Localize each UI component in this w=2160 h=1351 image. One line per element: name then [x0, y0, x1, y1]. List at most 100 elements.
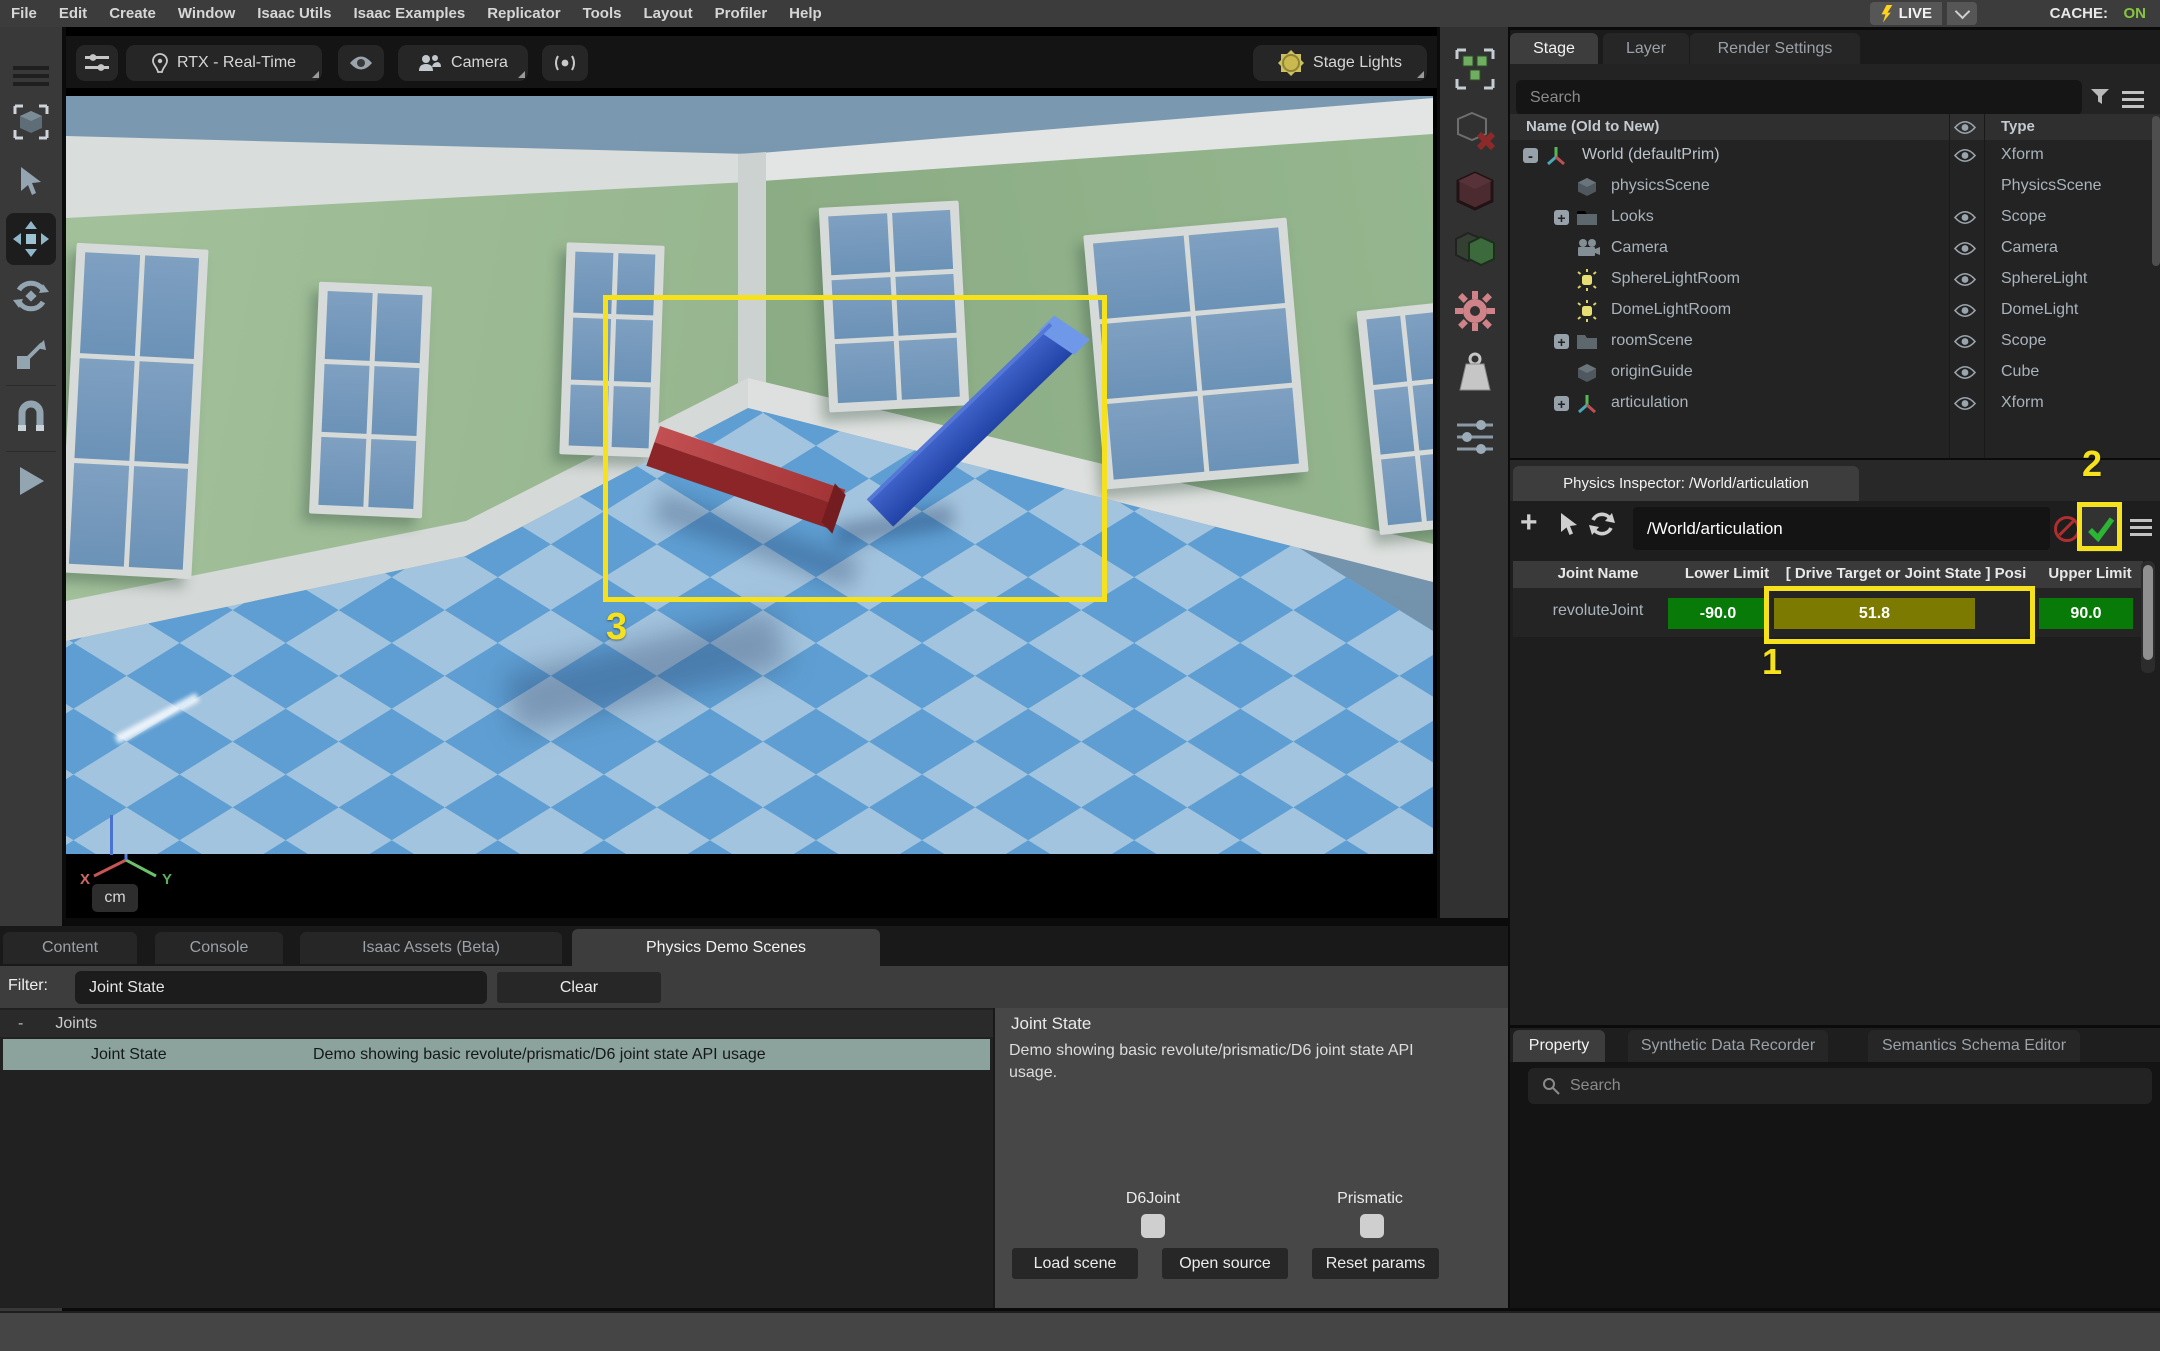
clear-button[interactable]: Clear [497, 972, 661, 1003]
menu-file[interactable]: File [0, 5, 48, 22]
move-tool-button[interactable] [6, 213, 56, 265]
menu-profiler[interactable]: Profiler [704, 5, 779, 22]
expand-icon[interactable] [1554, 334, 1569, 349]
filter-input[interactable] [75, 971, 487, 1004]
physics-settings-button[interactable] [1454, 287, 1496, 335]
tab-render-settings[interactable]: Render Settings [1690, 33, 1860, 64]
scale-tool-button[interactable] [11, 333, 51, 377]
tab-synthetic-data-recorder[interactable]: Synthetic Data Recorder [1628, 1030, 1828, 1062]
eye-icon[interactable] [1954, 272, 1976, 287]
load-scene-button[interactable]: Load scene [1012, 1248, 1138, 1279]
snap-tool-button[interactable] [11, 393, 51, 439]
expand-icon[interactable] [1554, 210, 1569, 225]
tab-property[interactable]: Property [1513, 1030, 1605, 1062]
menu-help[interactable]: Help [778, 5, 833, 22]
menu-layout[interactable]: Layout [632, 5, 703, 22]
property-search-input[interactable] [1528, 1068, 2152, 1104]
tree-row-originguide[interactable]: originGuide Cube [1510, 357, 2160, 388]
units-indicator[interactable]: cm [92, 884, 138, 912]
menu-replicator[interactable]: Replicator [476, 5, 571, 22]
col-joint-name[interactable]: Joint Name [1523, 565, 1673, 582]
tab-physics-demo-scenes[interactable]: Physics Demo Scenes [572, 929, 880, 966]
rigid-body-button[interactable] [1454, 167, 1496, 215]
reset-params-button[interactable]: Reset params [1312, 1248, 1439, 1279]
col-drive-target[interactable]: [ Drive Target or Joint State ] Posi [1781, 565, 2031, 582]
tab-content[interactable]: Content [3, 932, 137, 964]
menu-tools[interactable]: Tools [572, 5, 633, 22]
stage-options-button[interactable] [2122, 91, 2144, 108]
refresh-button[interactable] [1588, 510, 1616, 538]
eye-icon[interactable] [1954, 303, 1976, 318]
window-panes [318, 291, 422, 509]
collapse-icon[interactable] [1523, 148, 1538, 163]
search-icon [1542, 1077, 1560, 1095]
mass-properties-button[interactable] [1454, 349, 1496, 397]
tab-semantics-schema-editor[interactable]: Semantics Schema Editor [1868, 1030, 2080, 1062]
select-mode-button[interactable] [11, 99, 51, 145]
eye-icon[interactable] [1954, 210, 1976, 225]
prismatic-checkbox[interactable] [1360, 1214, 1384, 1238]
tree-row-domelightroom[interactable]: DomeLightRoom DomeLight [1510, 295, 2160, 326]
stage-scrollbar[interactable] [2152, 116, 2160, 266]
live-button[interactable]: LIVE [1870, 2, 1942, 25]
tree-name-header[interactable]: Name (Old to New) [1526, 118, 1659, 135]
upper-limit-cell: 90.0 [2039, 598, 2133, 629]
col-upper-limit[interactable]: Upper Limit [2035, 565, 2145, 582]
menu-isaac-examples[interactable]: Isaac Examples [342, 5, 476, 22]
articulation-path-input[interactable] [1633, 507, 2050, 550]
tree-row-looks[interactable]: Looks Scope [1510, 202, 2160, 233]
eye-icon[interactable] [1954, 148, 1976, 163]
viewport-settings-button[interactable] [76, 45, 118, 81]
menu-edit[interactable]: Edit [48, 5, 98, 22]
tree-row-camera[interactable]: Camera Camera [1510, 233, 2160, 264]
pick-target-button[interactable] [1558, 512, 1580, 538]
play-button[interactable] [11, 459, 51, 503]
tab-stage[interactable]: Stage [1510, 33, 1598, 64]
toolbar-menu-button[interactable] [11, 65, 51, 87]
open-source-button[interactable]: Open source [1162, 1248, 1288, 1279]
viewport-audio-button[interactable] [542, 45, 588, 81]
eye-icon[interactable] [1954, 396, 1976, 411]
eye-icon[interactable] [1954, 241, 1976, 256]
remove-physics-button[interactable] [1454, 107, 1496, 155]
joint-table-scrollbar-track[interactable] [2141, 561, 2155, 673]
tree-type-header[interactable]: Type [2001, 118, 2035, 135]
viewport-camera-button[interactable]: Camera [398, 45, 528, 81]
menu-window[interactable]: Window [167, 5, 246, 22]
simulation-settings-button[interactable] [1454, 413, 1496, 461]
demo-list-row-selected[interactable]: Joint State Demo showing basic revolute/… [3, 1039, 990, 1070]
stage-filter-button[interactable] [2090, 88, 2110, 111]
col-lower-limit[interactable]: Lower Limit [1667, 565, 1787, 582]
live-dropdown-button[interactable] [1947, 2, 1977, 25]
tab-isaac-assets[interactable]: Isaac Assets (Beta) [300, 932, 562, 964]
viewport-visibility-button[interactable] [338, 45, 384, 81]
stage-lights-button[interactable]: Stage Lights [1253, 45, 1427, 81]
tree-row-articulation[interactable]: articulation Xform [1510, 388, 2160, 419]
tab-layer[interactable]: Layer [1603, 33, 1689, 64]
stage-search-input[interactable] [1516, 80, 2082, 115]
demo-group-header[interactable]: - Joints [0, 1010, 993, 1037]
viewport-3d-scene[interactable]: 3 [66, 96, 1433, 854]
rotate-tool-button[interactable] [11, 273, 51, 319]
joint-table-scrollbar-thumb[interactable] [2143, 565, 2153, 660]
tree-row-world[interactable]: World (defaultPrim) Xform [1510, 140, 2160, 171]
physics-inspector-panel: Physics Inspector: /World/articulation +… [1510, 460, 2160, 1025]
inspector-options-button[interactable] [2130, 519, 2152, 536]
renderer-button[interactable]: RTX - Real-Time [126, 45, 322, 81]
eye-icon[interactable] [1954, 365, 1976, 380]
add-target-button[interactable]: + [1520, 506, 1538, 540]
tab-console[interactable]: Console [155, 932, 283, 964]
menu-isaac-utils[interactable]: Isaac Utils [246, 5, 342, 22]
cache-status: ON [2124, 5, 2147, 22]
physics-authoring-button[interactable] [1454, 45, 1496, 93]
tree-row-roomscene[interactable]: roomScene Scope [1510, 326, 2160, 357]
tree-row-physicsscene[interactable]: physicsScene PhysicsScene [1510, 171, 2160, 202]
eye-icon[interactable] [1954, 334, 1976, 349]
tab-physics-inspector[interactable]: Physics Inspector: /World/articulation [1513, 466, 1859, 501]
menu-create[interactable]: Create [98, 5, 167, 22]
collider-button[interactable] [1454, 225, 1496, 273]
d6joint-checkbox[interactable] [1141, 1214, 1165, 1238]
expand-icon[interactable] [1554, 396, 1569, 411]
tree-row-spherelightroom[interactable]: SphereLightRoom SphereLight [1510, 264, 2160, 295]
cursor-tool-button[interactable] [11, 159, 51, 205]
